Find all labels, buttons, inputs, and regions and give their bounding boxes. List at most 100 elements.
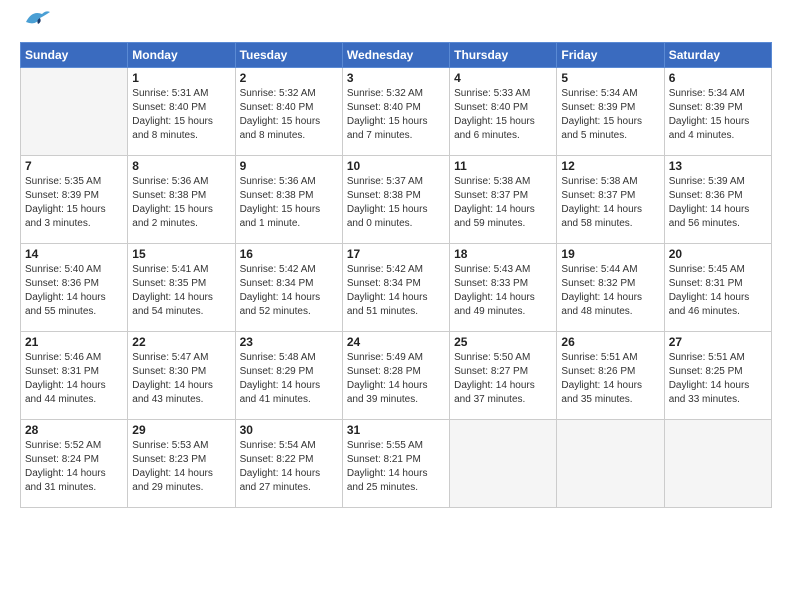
calendar-header-monday: Monday: [128, 43, 235, 68]
calendar-cell: [450, 420, 557, 508]
calendar-cell: 10 Sunrise: 5:37 AMSunset: 8:38 PMDaylig…: [342, 156, 449, 244]
calendar-cell: 9 Sunrise: 5:36 AMSunset: 8:38 PMDayligh…: [235, 156, 342, 244]
day-info: Sunrise: 5:50 AMSunset: 8:27 PMDaylight:…: [454, 351, 552, 407]
calendar-cell: 18 Sunrise: 5:43 AMSunset: 8:33 PMDaylig…: [450, 244, 557, 332]
day-number: 29: [132, 423, 230, 437]
day-number: 27: [669, 335, 767, 349]
calendar-header-tuesday: Tuesday: [235, 43, 342, 68]
calendar-cell: 26 Sunrise: 5:51 AMSunset: 8:26 PMDaylig…: [557, 332, 664, 420]
calendar-cell: 24 Sunrise: 5:49 AMSunset: 8:28 PMDaylig…: [342, 332, 449, 420]
calendar-header-thursday: Thursday: [450, 43, 557, 68]
header: [20, 16, 772, 30]
day-number: 12: [561, 159, 659, 173]
logo: [20, 16, 50, 30]
calendar-header-wednesday: Wednesday: [342, 43, 449, 68]
calendar-cell: 23 Sunrise: 5:48 AMSunset: 8:29 PMDaylig…: [235, 332, 342, 420]
day-number: 2: [240, 71, 338, 85]
day-number: 24: [347, 335, 445, 349]
calendar-cell: 27 Sunrise: 5:51 AMSunset: 8:25 PMDaylig…: [664, 332, 771, 420]
calendar-header-row: SundayMondayTuesdayWednesdayThursdayFrid…: [21, 43, 772, 68]
calendar-cell: 22 Sunrise: 5:47 AMSunset: 8:30 PMDaylig…: [128, 332, 235, 420]
day-info: Sunrise: 5:51 AMSunset: 8:26 PMDaylight:…: [561, 351, 659, 407]
calendar-week-row: 14 Sunrise: 5:40 AMSunset: 8:36 PMDaylig…: [21, 244, 772, 332]
day-info: Sunrise: 5:52 AMSunset: 8:24 PMDaylight:…: [25, 439, 123, 495]
calendar-cell: 28 Sunrise: 5:52 AMSunset: 8:24 PMDaylig…: [21, 420, 128, 508]
day-number: 14: [25, 247, 123, 261]
day-number: 3: [347, 71, 445, 85]
calendar-cell: 12 Sunrise: 5:38 AMSunset: 8:37 PMDaylig…: [557, 156, 664, 244]
calendar-cell: [21, 68, 128, 156]
day-info: Sunrise: 5:36 AMSunset: 8:38 PMDaylight:…: [240, 175, 338, 231]
day-info: Sunrise: 5:51 AMSunset: 8:25 PMDaylight:…: [669, 351, 767, 407]
day-info: Sunrise: 5:35 AMSunset: 8:39 PMDaylight:…: [25, 175, 123, 231]
day-number: 1: [132, 71, 230, 85]
calendar-week-row: 21 Sunrise: 5:46 AMSunset: 8:31 PMDaylig…: [21, 332, 772, 420]
calendar-cell: 29 Sunrise: 5:53 AMSunset: 8:23 PMDaylig…: [128, 420, 235, 508]
day-info: Sunrise: 5:55 AMSunset: 8:21 PMDaylight:…: [347, 439, 445, 495]
day-number: 9: [240, 159, 338, 173]
calendar-cell: 16 Sunrise: 5:42 AMSunset: 8:34 PMDaylig…: [235, 244, 342, 332]
day-info: Sunrise: 5:43 AMSunset: 8:33 PMDaylight:…: [454, 263, 552, 319]
day-number: 20: [669, 247, 767, 261]
day-number: 22: [132, 335, 230, 349]
day-number: 18: [454, 247, 552, 261]
day-info: Sunrise: 5:40 AMSunset: 8:36 PMDaylight:…: [25, 263, 123, 319]
day-info: Sunrise: 5:37 AMSunset: 8:38 PMDaylight:…: [347, 175, 445, 231]
calendar-cell: [557, 420, 664, 508]
day-info: Sunrise: 5:46 AMSunset: 8:31 PMDaylight:…: [25, 351, 123, 407]
day-info: Sunrise: 5:38 AMSunset: 8:37 PMDaylight:…: [561, 175, 659, 231]
calendar-cell: 25 Sunrise: 5:50 AMSunset: 8:27 PMDaylig…: [450, 332, 557, 420]
calendar-cell: 1 Sunrise: 5:31 AMSunset: 8:40 PMDayligh…: [128, 68, 235, 156]
calendar-cell: 7 Sunrise: 5:35 AMSunset: 8:39 PMDayligh…: [21, 156, 128, 244]
calendar-cell: 6 Sunrise: 5:34 AMSunset: 8:39 PMDayligh…: [664, 68, 771, 156]
calendar-cell: 5 Sunrise: 5:34 AMSunset: 8:39 PMDayligh…: [557, 68, 664, 156]
day-number: 10: [347, 159, 445, 173]
day-info: Sunrise: 5:53 AMSunset: 8:23 PMDaylight:…: [132, 439, 230, 495]
calendar-cell: 31 Sunrise: 5:55 AMSunset: 8:21 PMDaylig…: [342, 420, 449, 508]
page: SundayMondayTuesdayWednesdayThursdayFrid…: [0, 0, 792, 612]
day-info: Sunrise: 5:47 AMSunset: 8:30 PMDaylight:…: [132, 351, 230, 407]
calendar-cell: 19 Sunrise: 5:44 AMSunset: 8:32 PMDaylig…: [557, 244, 664, 332]
calendar-cell: 20 Sunrise: 5:45 AMSunset: 8:31 PMDaylig…: [664, 244, 771, 332]
day-info: Sunrise: 5:38 AMSunset: 8:37 PMDaylight:…: [454, 175, 552, 231]
logo-bird-icon: [22, 8, 50, 30]
calendar-week-row: 28 Sunrise: 5:52 AMSunset: 8:24 PMDaylig…: [21, 420, 772, 508]
calendar-cell: 14 Sunrise: 5:40 AMSunset: 8:36 PMDaylig…: [21, 244, 128, 332]
day-info: Sunrise: 5:44 AMSunset: 8:32 PMDaylight:…: [561, 263, 659, 319]
day-number: 30: [240, 423, 338, 437]
day-info: Sunrise: 5:41 AMSunset: 8:35 PMDaylight:…: [132, 263, 230, 319]
day-number: 7: [25, 159, 123, 173]
day-number: 15: [132, 247, 230, 261]
calendar-header-sunday: Sunday: [21, 43, 128, 68]
calendar-cell: 4 Sunrise: 5:33 AMSunset: 8:40 PMDayligh…: [450, 68, 557, 156]
day-info: Sunrise: 5:49 AMSunset: 8:28 PMDaylight:…: [347, 351, 445, 407]
day-info: Sunrise: 5:39 AMSunset: 8:36 PMDaylight:…: [669, 175, 767, 231]
calendar-cell: 15 Sunrise: 5:41 AMSunset: 8:35 PMDaylig…: [128, 244, 235, 332]
day-number: 25: [454, 335, 552, 349]
calendar-cell: 11 Sunrise: 5:38 AMSunset: 8:37 PMDaylig…: [450, 156, 557, 244]
calendar-cell: 8 Sunrise: 5:36 AMSunset: 8:38 PMDayligh…: [128, 156, 235, 244]
calendar-header-friday: Friday: [557, 43, 664, 68]
calendar-header-saturday: Saturday: [664, 43, 771, 68]
day-number: 31: [347, 423, 445, 437]
calendar-week-row: 1 Sunrise: 5:31 AMSunset: 8:40 PMDayligh…: [21, 68, 772, 156]
day-number: 19: [561, 247, 659, 261]
calendar-cell: 2 Sunrise: 5:32 AMSunset: 8:40 PMDayligh…: [235, 68, 342, 156]
day-number: 4: [454, 71, 552, 85]
day-number: 8: [132, 159, 230, 173]
day-info: Sunrise: 5:36 AMSunset: 8:38 PMDaylight:…: [132, 175, 230, 231]
day-number: 11: [454, 159, 552, 173]
day-number: 13: [669, 159, 767, 173]
day-number: 6: [669, 71, 767, 85]
day-info: Sunrise: 5:42 AMSunset: 8:34 PMDaylight:…: [347, 263, 445, 319]
day-number: 5: [561, 71, 659, 85]
day-number: 23: [240, 335, 338, 349]
day-info: Sunrise: 5:54 AMSunset: 8:22 PMDaylight:…: [240, 439, 338, 495]
day-info: Sunrise: 5:33 AMSunset: 8:40 PMDaylight:…: [454, 87, 552, 143]
day-number: 28: [25, 423, 123, 437]
day-info: Sunrise: 5:31 AMSunset: 8:40 PMDaylight:…: [132, 87, 230, 143]
calendar-cell: 3 Sunrise: 5:32 AMSunset: 8:40 PMDayligh…: [342, 68, 449, 156]
day-info: Sunrise: 5:42 AMSunset: 8:34 PMDaylight:…: [240, 263, 338, 319]
calendar-cell: [664, 420, 771, 508]
calendar-cell: 13 Sunrise: 5:39 AMSunset: 8:36 PMDaylig…: [664, 156, 771, 244]
